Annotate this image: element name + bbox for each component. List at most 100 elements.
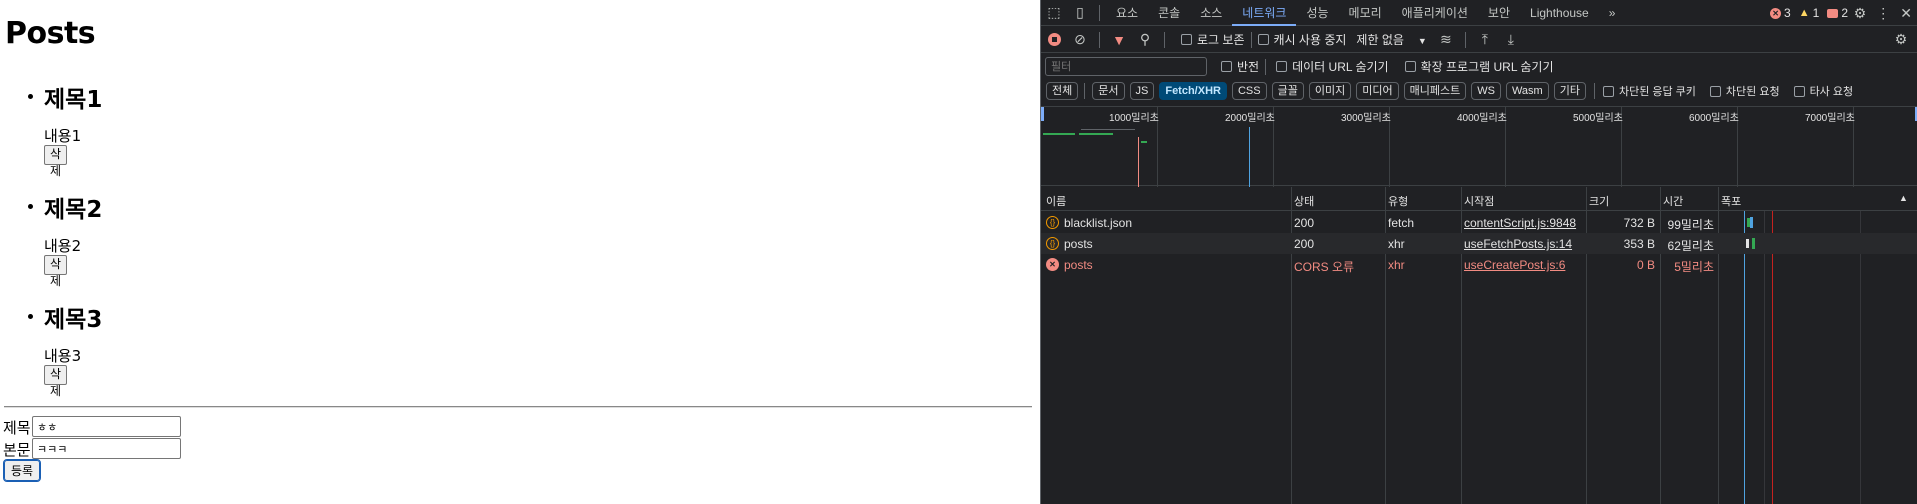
hide-extension-urls-checkbox[interactable]: 확장 프로그램 URL 숨기기 [1404,58,1554,75]
warning-icon: ▲ [1798,7,1810,19]
type-filter-all[interactable]: 전체 [1046,82,1079,100]
type-filter-manifest[interactable]: 매니페스트 [1403,82,1467,100]
request-status: CORS 오류 [1294,260,1355,274]
request-status: 200 [1294,237,1315,251]
waterfall-bar [1752,238,1755,249]
export-har-icon[interactable]: ⤓ [1498,27,1524,53]
column-waterfall[interactable]: 폭포 [1721,193,1741,209]
column-size[interactable]: 크기 [1589,193,1609,209]
tab-lighthouse[interactable]: Lighthouse [1520,0,1599,26]
separator [1099,4,1100,21]
column-time[interactable]: 시간 [1663,193,1683,209]
checkbox-label: 반전 [1237,60,1260,74]
clear-icon[interactable]: ⊘ [1067,27,1093,53]
timeline-bar [1043,133,1075,135]
request-status: 200 [1294,216,1315,230]
issues-count[interactable]: 2 [1827,6,1848,20]
column-initiator[interactable]: 시작점 [1464,193,1494,209]
tab-elements[interactable]: 요소 [1106,0,1148,26]
blocked-cookies-checkbox[interactable]: 차단된 응답 쿠키 [1602,83,1696,99]
page-viewport: Posts 제목1 내용1 삭제 제목2 내용2 삭제 제목3 내용3 삭제 제… [0,0,1040,504]
filter-input[interactable] [1045,57,1207,76]
type-filter-css[interactable]: CSS [1231,82,1267,100]
request-initiator[interactable]: contentScript.js:9848 [1464,216,1576,230]
type-filter-media[interactable]: 미디어 [1356,82,1399,100]
type-filter-wasm[interactable]: Wasm [1505,82,1549,100]
issue-counters[interactable]: ✕ 3 ▲ 1 2 [1770,0,1848,26]
invert-checkbox[interactable]: 반전 [1221,58,1259,75]
timeline-tick-label: 3000밀리초 [1341,113,1391,124]
inspect-element-icon[interactable]: ⬚ [1041,0,1067,26]
network-settings-gear-icon[interactable]: ⚙ [1888,27,1914,53]
checkbox-box [1221,61,1232,72]
page-title: Posts [5,16,96,51]
tab-console[interactable]: 콘솔 [1148,0,1190,26]
tab-sources[interactable]: 소스 [1190,0,1232,26]
post-title: 제목3 [44,307,103,333]
third-party-checkbox[interactable]: 타사 요청 [1793,83,1853,99]
window-controls: ⚙ ⋮ ✕ [1854,0,1912,26]
tab-memory[interactable]: 메모리 [1339,0,1392,26]
column-name[interactable]: 이름 [1046,193,1066,209]
checkbox-box [1276,61,1288,72]
close-icon[interactable]: ✕ [1900,5,1912,22]
body-input[interactable] [32,438,181,459]
delete-button[interactable]: 삭제 [44,255,68,288]
type-filter-other[interactable]: 기타 [1553,82,1586,100]
type-filter-img[interactable]: 이미지 [1308,82,1352,100]
type-filter-doc[interactable]: 문서 [1092,82,1125,100]
sort-ascending-icon[interactable]: ▲ [1899,193,1908,203]
throttle-select[interactable]: 제한 없음 ▼ [1356,31,1426,48]
body-label: 본문 [3,441,31,459]
timeline-bar [1141,141,1147,143]
disable-cache-checkbox[interactable]: 캐시 사용 중지 [1257,31,1346,48]
search-icon[interactable]: ⚲ [1132,27,1158,53]
checkbox-box [1404,61,1416,72]
table-row[interactable]: {} posts 200 xhr useFetchPosts.js:14 353… [1041,233,1917,254]
delete-button[interactable]: 삭제 [44,365,68,398]
chevron-down-icon: ▼ [1417,36,1427,46]
type-filter-fetch-xhr[interactable]: Fetch/XHR [1159,82,1227,100]
type-filter-ws[interactable]: WS [1471,82,1501,100]
type-filter-js[interactable]: JS [1129,82,1155,100]
request-table-header: 이름 상태 유형 시작점 크기 시간 폭포 ▲ [1041,187,1917,211]
import-har-icon[interactable]: ⤒ [1472,27,1498,53]
separator [1099,31,1100,48]
checkbox-box [1793,85,1805,97]
error-icon: ✕ [1770,7,1782,19]
more-options-icon[interactable]: ⋮ [1876,5,1890,22]
warning-count[interactable]: ▲ 1 [1799,6,1820,20]
tab-security[interactable]: 보안 [1478,0,1520,26]
title-input[interactable] [32,416,181,437]
tab-performance[interactable]: 성능 [1296,0,1338,26]
error-count[interactable]: ✕ 3 [1770,6,1791,20]
timeline-bar [1081,129,1135,130]
hide-data-urls-checkbox[interactable]: 데이터 URL 숨기기 [1276,58,1389,75]
network-conditions-icon[interactable]: ≋ [1433,27,1459,53]
column-type[interactable]: 유형 [1388,193,1408,209]
table-row[interactable]: {} blacklist.json 200 fetch contentScrip… [1041,212,1917,233]
post-content: 내용1 [44,127,82,145]
type-filter-font[interactable]: 글꼴 [1271,82,1304,100]
more-tabs-icon[interactable]: » [1599,0,1626,26]
request-initiator[interactable]: useCreatePost.js:6 [1464,258,1565,272]
preserve-log-checkbox[interactable]: 로그 보존 [1181,31,1245,48]
blocked-requests-checkbox[interactable]: 차단된 요청 [1709,83,1780,99]
tab-application[interactable]: 애플리케이션 [1392,0,1478,26]
device-toolbar-icon[interactable]: ▯ [1067,0,1093,26]
filter-icon[interactable]: ▼ [1106,27,1132,53]
timeline-tick-label: 6000밀리초 [1689,113,1739,124]
range-handle-left[interactable] [1041,107,1044,121]
table-row[interactable]: ✕ posts CORS 오류 xhr useCreatePost.js:6 0… [1041,254,1917,275]
column-status[interactable]: 상태 [1294,193,1314,209]
timeline-overview[interactable]: 1000밀리초 2000밀리초 3000밀리초 4000밀리초 5000밀리초 … [1041,106,1917,187]
delete-button[interactable]: 삭제 [44,145,68,178]
tab-network[interactable]: 네트워크 [1232,0,1297,26]
request-initiator[interactable]: useFetchPosts.js:14 [1464,237,1572,251]
submit-button[interactable]: 등록 [2,459,42,482]
stop-recording-icon[interactable] [1041,27,1067,53]
request-type: fetch [1388,216,1415,230]
checkbox-label: 차단된 요청 [1725,86,1780,98]
settings-gear-icon[interactable]: ⚙ [1854,5,1867,22]
request-time: 62밀리초 [1667,239,1714,253]
